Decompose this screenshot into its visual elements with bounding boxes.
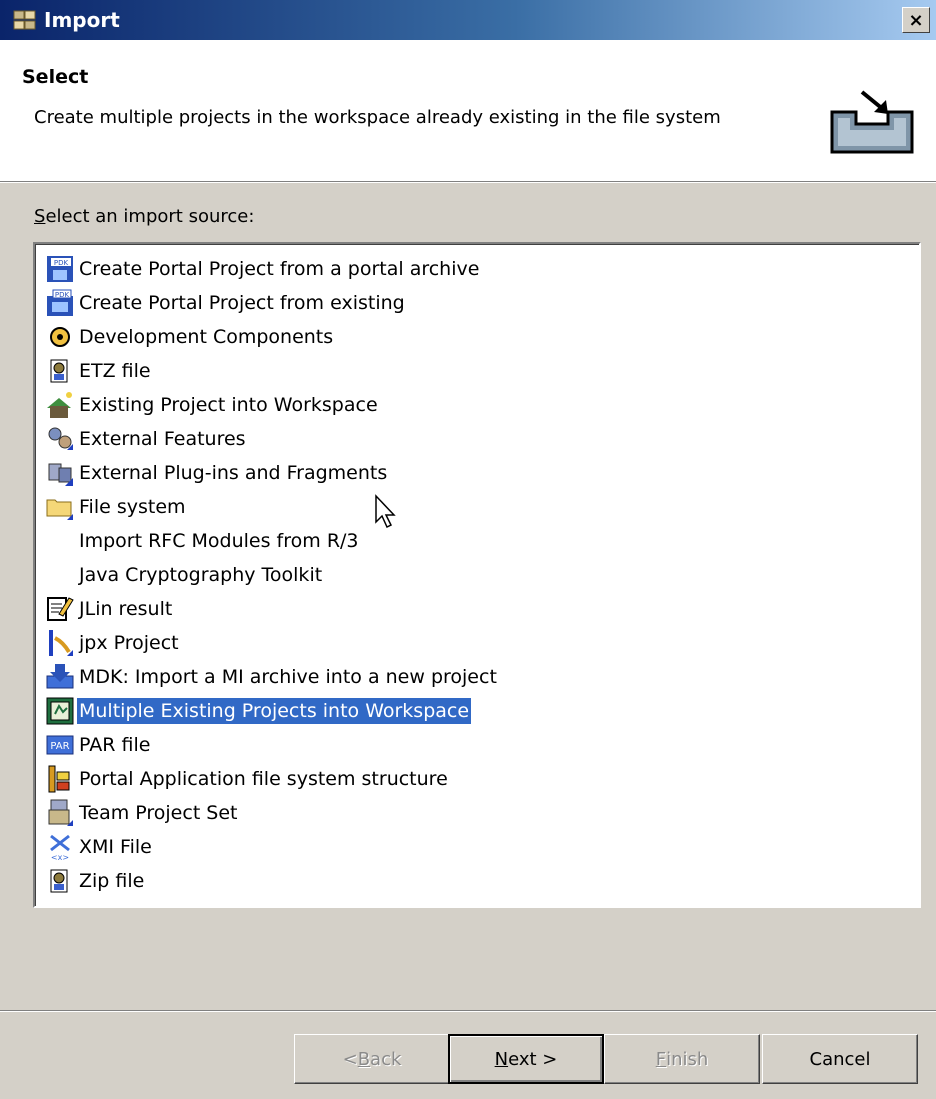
mouse-cursor-icon xyxy=(375,494,396,529)
multiple-projects-icon xyxy=(43,696,77,726)
jlin-icon xyxy=(43,594,77,624)
blank-icon xyxy=(43,560,77,590)
next-button[interactable]: Next > xyxy=(448,1034,604,1084)
folder-icon xyxy=(43,492,77,522)
team-project-icon xyxy=(43,798,77,828)
zip-file-icon xyxy=(43,866,77,896)
title-bar[interactable]: Import × xyxy=(0,0,936,40)
wizard-header: Select Create multiple projects in the w… xyxy=(0,40,936,182)
pdk-archive-icon: PDK xyxy=(43,254,77,284)
mdk-icon xyxy=(43,662,77,692)
list-item[interactable]: External Features xyxy=(43,422,248,456)
list-item[interactable]: Development Components xyxy=(43,320,335,354)
etz-file-icon xyxy=(43,356,77,386)
finish-button[interactable]: Finish xyxy=(604,1034,760,1084)
par-file-icon: PAR xyxy=(43,730,77,760)
import-dialog: Import × Select Create multiple projects… xyxy=(0,0,936,1099)
list-item[interactable]: External Plug-ins and Fragments xyxy=(43,456,389,490)
list-item[interactable]: PDK Create Portal Project from existing xyxy=(43,286,407,320)
list-item[interactable]: Java Cryptography Toolkit xyxy=(43,558,324,592)
existing-project-icon xyxy=(43,390,77,420)
svg-text:PDK: PDK xyxy=(54,259,69,267)
list-item-selected[interactable]: Multiple Existing Projects into Workspac… xyxy=(43,694,472,728)
list-item[interactable]: Import RFC Modules from R/3 xyxy=(43,524,361,558)
svg-text:PAR: PAR xyxy=(50,741,69,752)
list-item[interactable]: MDK: Import a MI archive into a new proj… xyxy=(43,660,499,694)
import-source-label: Select an import source: xyxy=(34,206,255,227)
xmi-file-icon: <x> xyxy=(43,832,77,862)
back-button[interactable]: < Back xyxy=(294,1034,450,1084)
plugin-icon xyxy=(43,458,77,488)
external-features-icon xyxy=(43,424,77,454)
close-button[interactable]: × xyxy=(902,7,930,33)
list-item[interactable]: File system xyxy=(43,490,188,524)
portal-app-icon xyxy=(43,764,77,794)
pdk-existing-icon: PDK xyxy=(43,288,77,318)
import-source-list[interactable]: PDK Create Portal Project from a portal … xyxy=(33,242,921,908)
svg-text:PDK: PDK xyxy=(55,291,70,299)
footer-separator xyxy=(0,1010,936,1012)
import-banner-icon xyxy=(830,90,914,154)
list-item[interactable]: <x> XMI File xyxy=(43,830,154,864)
list-item[interactable]: Portal Application file system structure xyxy=(43,762,450,796)
close-icon: × xyxy=(908,9,924,31)
list-item[interactable]: Zip file xyxy=(43,864,146,898)
svg-text:<x>: <x> xyxy=(51,853,69,862)
import-window-icon xyxy=(12,7,38,33)
list-item[interactable]: Existing Project into Workspace xyxy=(43,388,380,422)
blank-icon xyxy=(43,526,77,556)
jpx-icon xyxy=(43,628,77,658)
list-item[interactable]: PAR PAR file xyxy=(43,728,152,762)
list-item[interactable]: ETZ file xyxy=(43,354,153,388)
component-icon xyxy=(43,322,77,352)
list-item[interactable]: Team Project Set xyxy=(43,796,240,830)
list-item[interactable]: jpx Project xyxy=(43,626,181,660)
list-item[interactable]: JLin result xyxy=(43,592,174,626)
page-title: Select xyxy=(22,66,89,88)
cancel-button[interactable]: Cancel xyxy=(762,1034,918,1084)
list-item[interactable]: PDK Create Portal Project from a portal … xyxy=(43,252,481,286)
window-title: Import xyxy=(44,8,120,32)
page-description: Create multiple projects in the workspac… xyxy=(34,107,721,128)
